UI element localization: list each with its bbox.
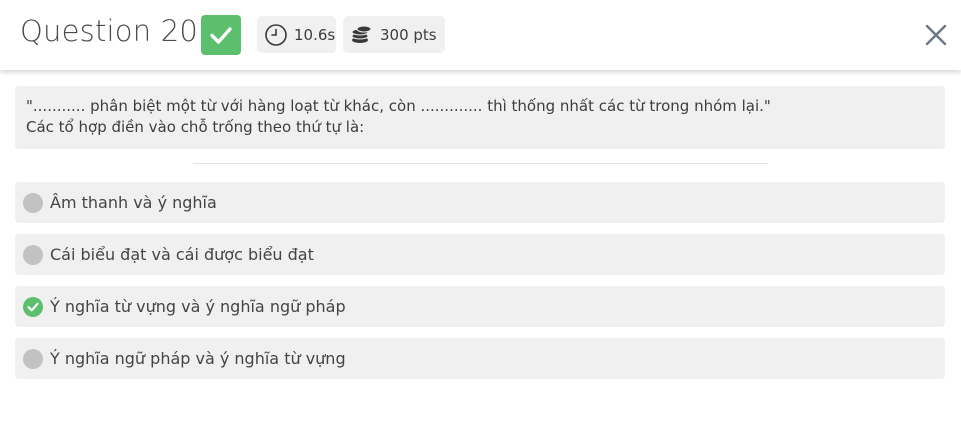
answer-option-2[interactable]: Cái biểu đạt và cái được biểu đạt [15,234,945,275]
check-icon [210,27,232,44]
check-circle-icon [23,296,43,317]
answer-option-label: Cái biểu đạt và cái được biểu đạt [50,245,314,264]
answer-option-1[interactable]: Âm thanh và ý nghĩa [15,182,945,223]
answer-option-label: Ý nghĩa ngữ pháp và ý nghĩa từ vựng [50,349,346,368]
time-label: 10.6s [294,25,336,44]
coins-icon [350,23,374,47]
time-pill: 10.6s [257,16,336,53]
correct-status-badge [201,15,241,55]
question-header: Question 20 10.6s 300 pts [0,0,961,70]
answer-option-label: Âm thanh và ý nghĩa [50,193,217,212]
close-icon [925,24,947,46]
points-pill: 300 pts [343,16,445,53]
clock-icon [264,23,288,47]
radio-circle-icon [23,348,43,369]
radio-circle-icon [23,192,43,213]
divider [193,163,768,164]
question-text-box: "........... phân biệt một từ với hàng l… [15,86,945,149]
question-text-line-2: Các tổ hợp điền vào chỗ trống theo thứ t… [26,118,365,136]
close-button[interactable] [921,20,951,50]
answer-option-4[interactable]: Ý nghĩa ngữ pháp và ý nghĩa từ vựng [15,338,945,379]
question-title: Question 20 [20,14,199,48]
answer-option-label: Ý nghĩa từ vựng và ý nghĩa ngữ pháp [50,297,346,316]
radio-circle-icon [23,244,43,265]
question-text-line-1: "........... phân biệt một từ với hàng l… [26,97,771,115]
points-label: 300 pts [380,25,437,44]
answer-option-3[interactable]: Ý nghĩa từ vựng và ý nghĩa ngữ pháp [15,286,945,327]
